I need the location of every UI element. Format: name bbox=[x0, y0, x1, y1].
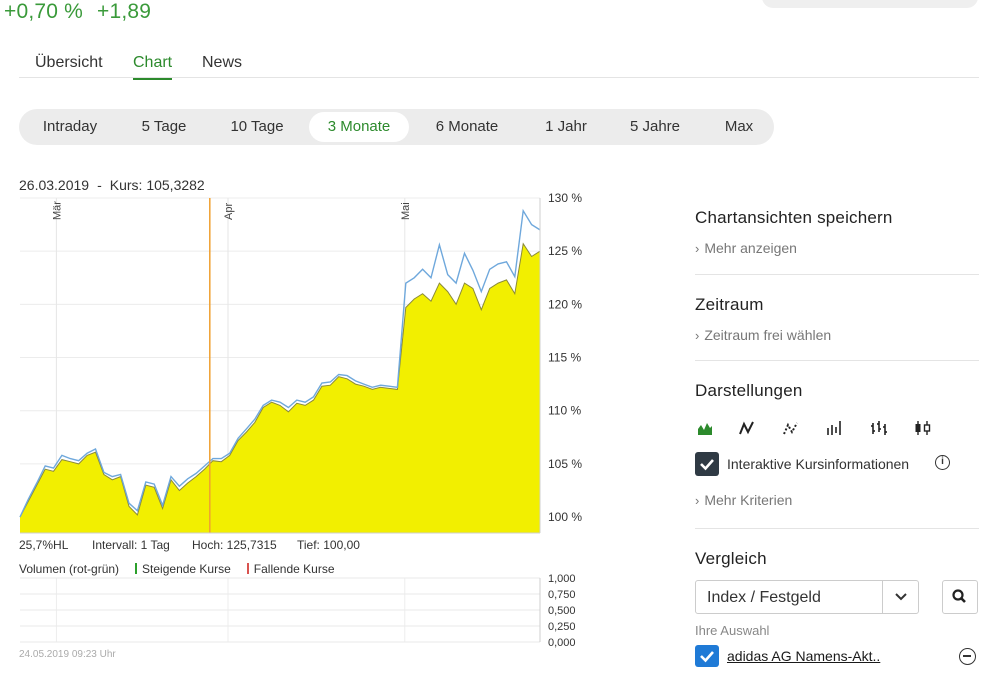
interactive-info-label: Interaktive Kursinformationen bbox=[727, 456, 910, 472]
your-selection-label: Ihre Auswahl bbox=[695, 623, 770, 638]
y-tick-label: 125 % bbox=[548, 244, 582, 258]
compare-title: Vergleich bbox=[695, 549, 767, 568]
period-free-link[interactable]: › Zeitraum frei wählen bbox=[695, 327, 979, 343]
compare-type-dropdown[interactable] bbox=[882, 581, 918, 613]
stat-hl: 25,7%HL bbox=[19, 538, 69, 552]
hlc-bars-icon[interactable] bbox=[870, 420, 888, 441]
divider bbox=[695, 528, 979, 529]
selected-compare-item: adidas AG Namens-Akt.. bbox=[695, 645, 979, 667]
range-intraday[interactable]: Intraday bbox=[27, 112, 113, 142]
compare-type-value: Index / Festgeld bbox=[707, 589, 821, 606]
area-chart-icon[interactable] bbox=[697, 420, 713, 441]
volume-y-tick-label: 0,500 bbox=[548, 605, 576, 617]
search-icon bbox=[952, 589, 966, 603]
period-title: Zeitraum bbox=[695, 295, 764, 314]
volume-y-tick-label: 0,250 bbox=[548, 621, 576, 633]
stat-tief: Tief: 100,00 bbox=[297, 538, 360, 552]
tab-chart[interactable]: Chart bbox=[133, 54, 173, 80]
ohlc-bars-icon[interactable] bbox=[826, 420, 844, 441]
more-criteria-section: › Mehr Kriterien bbox=[695, 480, 979, 508]
compare-section: Vergleich bbox=[695, 549, 979, 569]
compare-search-button[interactable] bbox=[942, 580, 978, 614]
selected-item-link[interactable]: adidas AG Namens-Akt.. bbox=[727, 648, 880, 664]
volume-chart: 1,000 0,750 0,500 0,250 0,000 bbox=[20, 573, 576, 649]
chevron-right-icon: › bbox=[695, 328, 700, 343]
price-chart[interactable]: 130 % 125 % 120 % 115 % 110 % 105 % 100 % Mär Ap… bbox=[0, 190, 600, 540]
chevron-right-icon: › bbox=[695, 241, 700, 256]
divider bbox=[695, 360, 979, 361]
quote-change: +0,70 % +1,89 bbox=[4, 0, 165, 24]
more-criteria-link[interactable]: › Mehr Kriterien bbox=[695, 492, 979, 508]
compare-type-select[interactable]: Index / Festgeld bbox=[695, 580, 919, 614]
save-views-section: Chartansichten speichern › Mehr anzeigen bbox=[695, 208, 979, 256]
display-section: Darstellungen bbox=[695, 381, 979, 401]
tab-news[interactable]: News bbox=[202, 54, 242, 72]
tab-uebersicht[interactable]: Übersicht bbox=[35, 54, 103, 72]
period-free-label: Zeitraum frei wählen bbox=[704, 327, 832, 343]
range-6-monate[interactable]: 6 Monate bbox=[419, 112, 515, 142]
info-icon[interactable]: i bbox=[935, 455, 950, 470]
chart-timestamp: 24.05.2019 09:23 Uhr bbox=[19, 649, 116, 660]
chevron-down-icon bbox=[895, 593, 907, 601]
range-1-jahr[interactable]: 1 Jahr bbox=[527, 112, 605, 142]
save-views-more-label: Mehr anzeigen bbox=[704, 240, 797, 256]
range-max[interactable]: Max bbox=[709, 112, 769, 142]
stat-hoch: Hoch: 125,7315 bbox=[192, 538, 277, 552]
range-3-monate[interactable]: 3 Monate bbox=[309, 112, 409, 142]
y-tick-label: 115 % bbox=[548, 351, 581, 365]
volume-y-tick-label: 0,000 bbox=[548, 637, 576, 649]
stat-interval: Intervall: 1 Tag bbox=[92, 538, 170, 552]
divider bbox=[695, 274, 979, 275]
y-tick-label: 130 % bbox=[548, 191, 582, 205]
y-tick-label: 100 % bbox=[548, 510, 582, 524]
more-criteria-label: Mehr Kriterien bbox=[704, 492, 793, 508]
month-label: Mai bbox=[400, 202, 412, 220]
top-search-pill[interactable] bbox=[762, 0, 978, 8]
y-tick-label: 120 % bbox=[548, 297, 582, 311]
volume-y-tick-label: 0,750 bbox=[548, 589, 576, 601]
checkmark-icon bbox=[700, 651, 714, 663]
dotted-line-chart-icon[interactable] bbox=[783, 420, 799, 441]
month-label: Apr bbox=[223, 203, 235, 220]
volume-y-tick-label: 1,000 bbox=[548, 573, 576, 585]
checkmark-icon bbox=[700, 459, 714, 471]
y-tick-label: 105 % bbox=[548, 457, 582, 471]
period-section: Zeitraum › Zeitraum frei wählen bbox=[695, 295, 979, 343]
selected-item-checkbox[interactable] bbox=[695, 645, 719, 667]
remove-circle-icon[interactable] bbox=[959, 648, 976, 665]
chevron-right-icon: › bbox=[695, 493, 700, 508]
y-tick-label: 110 % bbox=[548, 404, 581, 418]
time-range-selector: Intraday 5 Tage 10 Tage 3 Monate 6 Monat… bbox=[19, 109, 774, 145]
save-views-title: Chartansichten speichern bbox=[695, 208, 893, 227]
range-5-tage[interactable]: 5 Tage bbox=[125, 112, 203, 142]
detail-tabs: Übersicht Chart News bbox=[19, 48, 979, 80]
save-views-more-link[interactable]: › Mehr anzeigen bbox=[695, 240, 979, 256]
change-percent: +0,70 % bbox=[4, 0, 84, 23]
month-label: Mär bbox=[51, 201, 63, 220]
interactive-info-checkbox[interactable] bbox=[695, 452, 719, 476]
line-chart-icon[interactable] bbox=[739, 420, 755, 441]
range-5-jahre[interactable]: 5 Jahre bbox=[615, 112, 695, 142]
candlestick-icon[interactable] bbox=[914, 420, 932, 441]
display-title: Darstellungen bbox=[695, 381, 803, 400]
range-10-tage[interactable]: 10 Tage bbox=[215, 112, 299, 142]
price-area bbox=[20, 243, 540, 533]
change-absolute: +1,89 bbox=[97, 0, 152, 23]
